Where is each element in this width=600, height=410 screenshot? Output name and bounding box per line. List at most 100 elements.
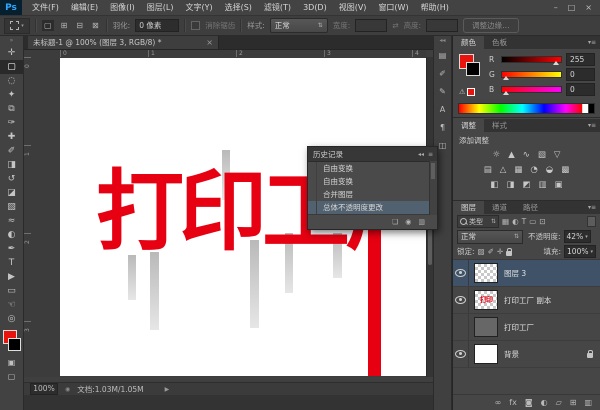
layer-mask-icon[interactable]: ◙	[525, 398, 533, 407]
visibility-toggle[interactable]	[453, 287, 469, 313]
filter-shape-layers-icon[interactable]: ▭	[529, 217, 536, 226]
layer-thumbnail[interactable]	[474, 344, 498, 364]
panel-tab[interactable]: 色板	[484, 36, 515, 49]
layer-row[interactable]: 打印 打印工厂 副本	[453, 287, 600, 314]
channel-slider[interactable]	[501, 86, 562, 93]
lock-position-icon[interactable]: ✛	[497, 247, 503, 256]
minimize-button[interactable]: –	[554, 3, 558, 12]
delete-layer-icon[interactable]: ▥	[584, 398, 592, 407]
background-color-swatch[interactable]	[8, 338, 21, 351]
tool-lasso[interactable]: ◌	[0, 74, 23, 88]
panel-tab[interactable]: 样式	[484, 119, 515, 132]
layer-thumbnail[interactable]: 打印	[474, 290, 498, 310]
history-state-row[interactable]: 自由变换	[308, 175, 437, 188]
adjustment-icon[interactable]: ◧	[490, 180, 498, 190]
panel-menu-icon[interactable]: ▾≡	[588, 119, 600, 132]
slider-thumb[interactable]	[503, 91, 509, 95]
layer-name[interactable]: 背景	[504, 349, 519, 360]
layer-thumbnail[interactable]	[474, 263, 498, 283]
adjustment-icon[interactable]: ▥	[539, 180, 547, 190]
history-state-row[interactable]: 合并图层	[308, 188, 437, 201]
tool-dodge[interactable]: ◐	[0, 228, 23, 242]
history-panel-header[interactable]: 历史记录 ◂◂ ≡	[308, 147, 437, 162]
panel-tab[interactable]: 颜色	[453, 36, 484, 49]
adjustment-icon[interactable]: ▩	[561, 165, 569, 175]
scrollbar-thumb[interactable]	[431, 163, 435, 179]
blend-mode-dropdown[interactable]: 正常 ⇅	[457, 230, 523, 244]
zoom-level-field[interactable]: 100%	[30, 383, 58, 395]
document-tab[interactable]: 未标题-1 @ 100% (图层 3, RGB/8) * ×	[28, 36, 219, 49]
tool-eyedropper[interactable]: ✑	[0, 116, 23, 130]
adjustment-icon[interactable]: ◔	[530, 165, 537, 175]
screen-mode-icon[interactable]: ▢	[0, 369, 23, 383]
menu-item[interactable]: 图层(L)	[141, 0, 180, 15]
adjustment-icon[interactable]: ▧	[538, 150, 546, 160]
visibility-toggle[interactable]	[453, 341, 469, 367]
tool-clone-stamp[interactable]: ◨	[0, 158, 23, 172]
tool-crop[interactable]: ⧉	[0, 102, 23, 116]
filter-toggle[interactable]	[587, 216, 596, 227]
new-layer-icon[interactable]: ⊞	[570, 398, 577, 407]
fill-field[interactable]: 100% ▾	[564, 245, 596, 258]
tool-eraser[interactable]: ◪	[0, 186, 23, 200]
lock-all-icon[interactable]	[506, 251, 512, 256]
tool-preset-picker[interactable]: ▾	[4, 18, 30, 34]
adjustment-icon[interactable]: ▽	[554, 150, 561, 160]
panel-menu-icon[interactable]: ≡	[428, 151, 433, 158]
layer-row[interactable]: 图层 3	[453, 260, 600, 287]
history-source-checkbox[interactable]	[308, 188, 317, 201]
menu-item[interactable]: 3D(D)	[297, 0, 333, 15]
style-dropdown[interactable]: 正常 ⇅	[270, 18, 328, 33]
subtract-selection-icon[interactable]: ⊟	[74, 20, 85, 31]
close-button[interactable]: ×	[585, 3, 592, 12]
opacity-field[interactable]: 42% ▾	[564, 230, 591, 243]
background-color-swatch[interactable]	[466, 62, 480, 76]
swatches-panel-icon[interactable]: ▤	[434, 46, 451, 64]
menu-item[interactable]: 文件(F)	[26, 0, 65, 15]
new-snapshot-icon[interactable]: ◉	[405, 218, 411, 226]
channel-value-field[interactable]: 0	[566, 68, 595, 81]
link-layers-icon[interactable]: ∞	[495, 398, 502, 407]
delete-state-icon[interactable]: ▥	[418, 218, 425, 226]
tool-zoom[interactable]: ◎	[0, 312, 23, 326]
layer-name[interactable]: 打印工厂 副本	[504, 295, 551, 306]
lock-transparency-icon[interactable]: ▨	[478, 247, 485, 256]
gamut-warning-icon[interactable]: ⚠	[459, 88, 465, 96]
panel-tab[interactable]: 通道	[484, 201, 515, 214]
color-spectrum-ramp[interactable]	[458, 103, 595, 114]
width-input[interactable]	[355, 19, 387, 32]
menu-item[interactable]: 编辑(E)	[65, 0, 104, 15]
channel-value-field[interactable]: 255	[566, 53, 595, 66]
adjustment-icon[interactable]: ∿	[523, 150, 530, 160]
filter-type-layers-icon[interactable]: T	[522, 217, 527, 226]
tool-move[interactable]: ✛	[0, 46, 23, 60]
menu-item[interactable]: 帮助(H)	[415, 0, 455, 15]
add-selection-icon[interactable]: ⊞	[59, 20, 70, 31]
menu-item[interactable]: 选择(S)	[219, 0, 258, 15]
tab-close-icon[interactable]: ×	[206, 38, 213, 47]
menu-item[interactable]: 文字(Y)	[179, 0, 218, 15]
panel-tab[interactable]: 路径	[515, 201, 546, 214]
quick-mask-icon[interactable]: ▣	[0, 355, 23, 369]
brush-panel-icon[interactable]: ✐	[434, 64, 451, 82]
layer-thumbnail[interactable]: T	[474, 317, 498, 337]
channel-slider[interactable]	[501, 71, 562, 78]
panel-collapse-icon[interactable]: ◂◂	[418, 151, 424, 158]
adjustment-icon[interactable]: △	[500, 165, 507, 175]
tool-type[interactable]: T	[0, 256, 23, 270]
swap-dimensions-icon[interactable]: ⇄	[392, 21, 398, 30]
history-source-checkbox[interactable]	[308, 175, 317, 188]
layer-name[interactable]: 图层 3	[504, 268, 526, 279]
history-state-row[interactable]: 总体不透明度更改	[308, 201, 437, 214]
channel-slider[interactable]	[501, 56, 562, 63]
menu-item[interactable]: 滤镜(T)	[258, 0, 297, 15]
adjustment-layer-icon[interactable]: ◐	[541, 398, 548, 407]
history-source-checkbox[interactable]	[308, 201, 317, 214]
status-menu-arrow[interactable]: ▶	[165, 386, 170, 393]
tool-pen[interactable]: ✒	[0, 242, 23, 256]
intersect-selection-icon[interactable]: ⊠	[90, 20, 101, 31]
height-input[interactable]	[426, 19, 458, 32]
web-color-cube-icon[interactable]	[467, 88, 475, 96]
feather-input[interactable]: 0 像素	[135, 19, 179, 32]
filter-pixel-layers-icon[interactable]: ▦	[502, 217, 509, 226]
